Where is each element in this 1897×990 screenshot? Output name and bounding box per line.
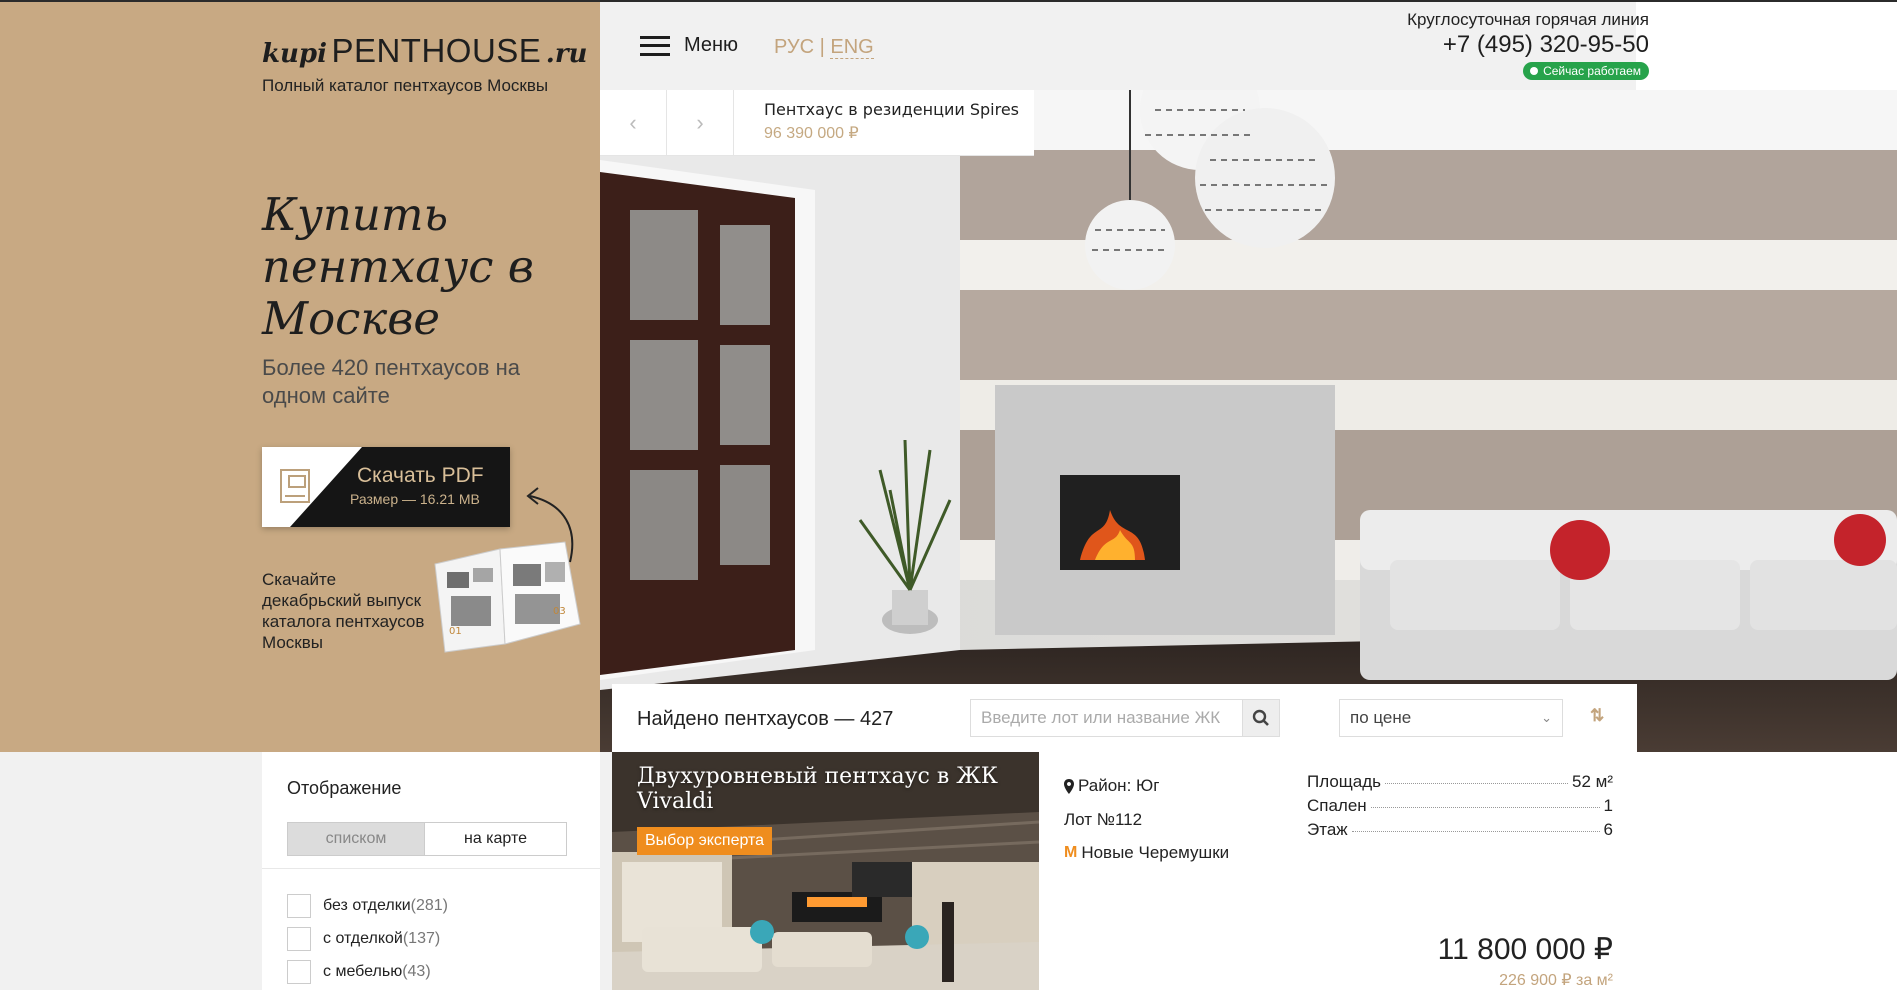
slider-info[interactable]: Пентхаус в резиденции Spires 96 390 000 … [734, 90, 1019, 155]
display-panel: Отображение списком на карте без отделки… [262, 752, 600, 990]
filter-label: с отделкой [323, 930, 403, 947]
lang-separator: | [819, 36, 825, 58]
listing-price: 11 800 000 ₽ [1437, 933, 1613, 966]
view-list-button[interactable]: списком [287, 822, 425, 856]
pdf-button-label: Скачать PDF [357, 464, 484, 487]
listing-lot: Лот №112 [1064, 810, 1143, 829]
expert-badge: Выбор эксперта [637, 827, 773, 855]
spec-value: 1 [1603, 796, 1613, 815]
lang-ru[interactable]: РУС [774, 36, 814, 58]
hero-subtitle: Более 420 пентхаусов на одном сайте [262, 355, 520, 408]
divider [262, 868, 600, 869]
search-button[interactable] [1242, 699, 1280, 737]
spec-floor: Этаж 6 [1307, 820, 1613, 840]
pdf-button-stripe [262, 447, 362, 527]
slider-next-button[interactable]: › [667, 90, 734, 155]
hero-title: Купить пентхаус в Москве [262, 188, 534, 345]
spec-value: 6 [1603, 820, 1613, 839]
filter-count: (43) [402, 963, 431, 980]
view-map-button[interactable]: на карте [425, 822, 567, 856]
spec-label: Площадь [1307, 772, 1382, 791]
hotline-label: Круглосуточная горячая линия [1407, 10, 1649, 29]
checkbox[interactable] [287, 960, 311, 984]
checkbox[interactable] [287, 927, 311, 951]
menu-label: Меню [684, 34, 739, 56]
language-switcher: РУС | ENG [774, 36, 874, 59]
district-label: Район: Юг [1078, 776, 1160, 795]
metro-icon: M [1064, 844, 1078, 861]
hero-image [600, 90, 1897, 752]
filter-with-finish[interactable]: с отделкой(137) [287, 927, 440, 951]
spec-value: 52 м² [1572, 772, 1613, 791]
search-input[interactable] [970, 699, 1242, 737]
menu-button[interactable]: Меню [640, 34, 738, 57]
hotline: Круглосуточная горячая линия +7 (495) 32… [1407, 10, 1649, 59]
lang-en[interactable]: ENG [830, 36, 874, 59]
listing-image[interactable]: Двухуровневый пентхаус в ЖК Vivaldi Выбо… [612, 752, 1039, 990]
spec-label: Этаж [1307, 820, 1348, 839]
spec-bedrooms: Спален 1 [1307, 796, 1613, 816]
sort-select[interactable]: по цене ⌄ [1339, 699, 1563, 737]
listing-card[interactable]: Двухуровневый пентхаус в ЖК Vivaldi Выбо… [612, 752, 1637, 990]
filter-label: с мебелью [323, 963, 403, 980]
filter-count: (281) [410, 897, 448, 914]
pdf-size-label: Размер — 16.21 MB [350, 491, 480, 507]
filter-label: без отделки [323, 897, 411, 914]
svg-text:01: 01 [449, 626, 462, 637]
filter-no-finish[interactable]: без отделки(281) [287, 894, 448, 918]
catalog-download-text: Скачайте декабрьский выпуск каталога пен… [262, 570, 425, 652]
listing-title[interactable]: Двухуровневый пентхаус в ЖК Vivaldi [637, 764, 1017, 814]
results-count: Найдено пентхаусов — 427 [637, 708, 894, 730]
search-bar: Найдено пентхаусов — 427 по цене ⌄ ⇅ [612, 684, 1637, 752]
site-logo[interactable]: kupi PENTHOUSE .ru [262, 32, 587, 70]
hamburger-icon [640, 35, 670, 56]
hotline-phone[interactable]: +7 (495) 320-95-50 [1407, 31, 1649, 59]
slider-price: 96 390 000 ₽ [764, 125, 859, 142]
logo-subtitle: Полный каталог пентхаусов Москвы [262, 76, 549, 95]
slider-prev-button[interactable]: ‹ [600, 90, 667, 155]
search-icon [1252, 709, 1269, 726]
slider-title: Пентхаус в резиденции Spires [764, 100, 1020, 119]
download-pdf-button[interactable]: Скачать PDF Размер — 16.21 MB [262, 447, 510, 527]
sort-direction-icon[interactable]: ⇅ [1590, 706, 1604, 726]
filter-count: (137) [402, 930, 441, 947]
display-title: Отображение [287, 778, 402, 798]
file-icon [280, 469, 310, 503]
metro-label: Новые Черемушки [1081, 843, 1230, 862]
logo-kupi: kupi [262, 39, 327, 69]
checkbox[interactable] [287, 894, 311, 918]
logo-ru: .ru [545, 39, 588, 69]
logo-main: PENTHOUSE [331, 32, 542, 69]
featured-slider: ‹ › Пентхаус в резиденции Spires 96 390 … [600, 90, 1034, 156]
left-sidebar: kupi PENTHOUSE .ru Полный каталог пентха… [0, 2, 600, 752]
chevron-down-icon: ⌄ [1541, 710, 1552, 725]
spec-label: Спален [1307, 796, 1367, 815]
location-pin-icon [1064, 778, 1074, 794]
listing-district: Район: Юг [1064, 776, 1159, 796]
sort-value: по цене [1350, 708, 1412, 727]
catalog-magazine-image: 01 03 [434, 541, 581, 653]
svg-text:03: 03 [553, 606, 566, 617]
spec-area: Площадь 52 м² [1307, 772, 1613, 792]
filter-furnished[interactable]: с мебелью(43) [287, 960, 431, 984]
status-badge: Сейчас работаем [1523, 62, 1649, 80]
listing-price-per-m2: 226 900 ₽ за м² [1499, 972, 1613, 989]
listing-metro: M Новые Черемушки [1064, 843, 1229, 863]
